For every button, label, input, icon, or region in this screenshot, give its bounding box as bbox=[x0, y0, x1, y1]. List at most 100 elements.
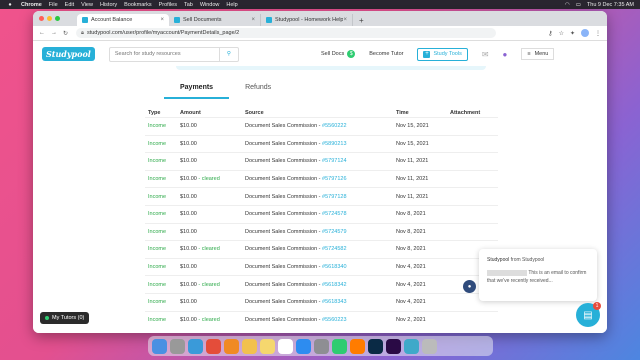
extensions-icon[interactable]: ✦ bbox=[570, 30, 575, 37]
finder-icon[interactable] bbox=[152, 338, 167, 354]
safari-icon[interactable] bbox=[188, 338, 203, 354]
profile-avatar[interactable] bbox=[581, 29, 589, 37]
tab-refunds[interactable]: Refunds bbox=[229, 84, 287, 99]
screen-recorder-icon[interactable] bbox=[404, 338, 419, 354]
redacted-text: xxxxxxxxxxxxxxxx bbox=[487, 270, 527, 276]
source-ref-link[interactable]: #5618342 bbox=[322, 282, 346, 288]
close-tab-icon[interactable]: × bbox=[251, 17, 255, 23]
source-ref-link[interactable]: #5724579 bbox=[322, 229, 346, 235]
col-amount: Amount bbox=[180, 109, 201, 116]
close-window-button[interactable] bbox=[39, 16, 44, 21]
search-icon[interactable]: ⚲ bbox=[218, 47, 238, 61]
close-tab-icon[interactable]: × bbox=[343, 17, 347, 23]
launchpad-icon[interactable] bbox=[170, 338, 185, 354]
tab-payments[interactable]: Payments bbox=[164, 84, 230, 99]
search-input[interactable] bbox=[109, 50, 219, 58]
zoom-window-button[interactable] bbox=[55, 16, 60, 21]
photoshop-icon[interactable] bbox=[368, 338, 383, 354]
row-time: Nov 11, 2021 bbox=[393, 152, 447, 171]
table-row: Income $10.00 Document Sales Commission - … bbox=[145, 187, 498, 206]
source-text: Document Sales Commission - bbox=[245, 193, 323, 200]
study-tools-button[interactable]: + Study Tools bbox=[417, 47, 468, 61]
tab-homework-help[interactable]: Studypool - Homework Help × bbox=[261, 14, 353, 26]
close-tab-icon[interactable]: × bbox=[160, 17, 164, 23]
wifi-icon[interactable]: ◠ bbox=[565, 2, 570, 8]
sell-docs-label: Sell Docs bbox=[321, 51, 345, 57]
amount-value: $10.00 bbox=[180, 211, 197, 218]
vlc-icon[interactable] bbox=[224, 338, 239, 354]
menu-file[interactable]: File bbox=[49, 2, 58, 8]
lock-icon: 🔒︎ bbox=[81, 29, 84, 36]
forward-arrow-icon[interactable]: → bbox=[51, 30, 57, 37]
source-ref-link[interactable]: #5618340 bbox=[322, 264, 346, 270]
row-type: Income bbox=[145, 292, 177, 312]
studypool-logo[interactable]: Studypool bbox=[42, 47, 95, 61]
battery-icon[interactable]: ▭ bbox=[576, 2, 581, 8]
menu-tab[interactable]: Tab bbox=[184, 2, 193, 8]
source-ref-link[interactable]: #5618343 bbox=[322, 299, 346, 305]
notes-icon[interactable] bbox=[260, 338, 275, 354]
menu-bookmarks[interactable]: Bookmarks bbox=[124, 2, 152, 8]
illustrator-icon[interactable] bbox=[350, 338, 365, 354]
menu-help[interactable]: Help bbox=[226, 2, 237, 8]
row-attachment bbox=[447, 117, 498, 136]
appstore-icon[interactable] bbox=[296, 338, 311, 354]
my-tutors-button[interactable]: My Tutors (0) bbox=[40, 312, 90, 324]
tab-account-balance[interactable]: Account Balance × bbox=[77, 14, 169, 26]
notification-message: xxxxxxxxxxxxxxxx This is an email to con… bbox=[487, 269, 589, 285]
source-ref-link[interactable]: #5724582 bbox=[322, 246, 346, 252]
source-ref-link[interactable]: #5890213 bbox=[322, 141, 346, 147]
intercom-notification[interactable]: Studypool from Studypool xxxxxxxxxxxxxxx… bbox=[479, 249, 597, 301]
source-ref-link[interactable]: #5724578 bbox=[322, 211, 346, 217]
minimize-window-button[interactable] bbox=[47, 16, 52, 21]
row-amount: $10.00 bbox=[177, 152, 242, 171]
reload-icon[interactable]: ↻ bbox=[63, 30, 68, 37]
notification-sender: Studypool from Studypool bbox=[487, 257, 544, 263]
star-icon[interactable]: ☆ bbox=[559, 30, 564, 37]
source-ref-link[interactable]: #5797126 bbox=[322, 176, 346, 182]
row-amount: $10.00 bbox=[177, 187, 242, 206]
menu-edit[interactable]: Edit bbox=[65, 2, 74, 8]
macos-dock bbox=[148, 336, 493, 356]
source-ref-link[interactable]: #5797124 bbox=[322, 158, 346, 164]
source-ref-link[interactable]: #5797128 bbox=[322, 194, 346, 200]
profile-avatar-icon[interactable]: ● bbox=[503, 50, 508, 59]
menu-profiles[interactable]: Profiles bbox=[159, 2, 177, 8]
row-time: Nov 15, 2021 bbox=[393, 134, 447, 153]
tab-sell-documents[interactable]: Sell Documents × bbox=[169, 14, 261, 26]
menu-history[interactable]: History bbox=[100, 2, 117, 8]
settings-icon[interactable] bbox=[314, 338, 329, 354]
more-options-icon[interactable]: ⋮ bbox=[595, 30, 601, 37]
trash-icon[interactable] bbox=[422, 338, 437, 354]
premiere-icon[interactable] bbox=[386, 338, 401, 354]
table-row: Income $10.00 Document Sales Commission - … bbox=[145, 257, 498, 276]
clock[interactable]: Thu 9 Dec 7:35 AM bbox=[587, 2, 634, 8]
photos-icon[interactable] bbox=[242, 338, 257, 354]
study-tools-label: Study Tools bbox=[433, 51, 462, 57]
apple-icon[interactable]: ● bbox=[6, 2, 14, 8]
mail-icon[interactable]: ✉ bbox=[482, 50, 489, 59]
menu-app-name[interactable]: Chrome bbox=[21, 2, 42, 8]
menu-view[interactable]: View bbox=[81, 2, 93, 8]
key-icon[interactable]: ⚷ bbox=[548, 30, 552, 37]
back-arrow-icon[interactable]: ← bbox=[39, 30, 45, 37]
address-bar[interactable]: 🔒︎ studypool.com/user/profile/myaccount/… bbox=[76, 28, 497, 38]
row-amount: $10.00 bbox=[177, 117, 242, 136]
menu-label: Menu bbox=[534, 51, 549, 57]
new-tab-icon[interactable]: + bbox=[359, 16, 364, 25]
source-ref-link[interactable]: #5560223 bbox=[322, 317, 346, 323]
table-row: Income $10.00 Document Sales Commission - … bbox=[145, 204, 498, 224]
menu-window[interactable]: Window bbox=[200, 2, 220, 8]
amount-value: $10.00 bbox=[180, 317, 197, 324]
payment-subtabs: Payments Refunds bbox=[164, 84, 287, 99]
sell-docs-link[interactable]: Sell Docs $ bbox=[321, 50, 356, 58]
source-ref-link[interactable]: #5560222 bbox=[322, 123, 346, 129]
cleared-status: - cleared bbox=[196, 281, 220, 288]
row-amount: $10.00 bbox=[177, 257, 242, 276]
numbers-icon[interactable] bbox=[332, 338, 347, 354]
chrome-icon[interactable] bbox=[206, 338, 221, 354]
become-tutor-link[interactable]: Become Tutor bbox=[369, 51, 403, 57]
menu-button[interactable]: ≡ Menu bbox=[521, 48, 555, 60]
calendar-icon[interactable] bbox=[278, 338, 293, 354]
card-edge bbox=[176, 66, 486, 70]
